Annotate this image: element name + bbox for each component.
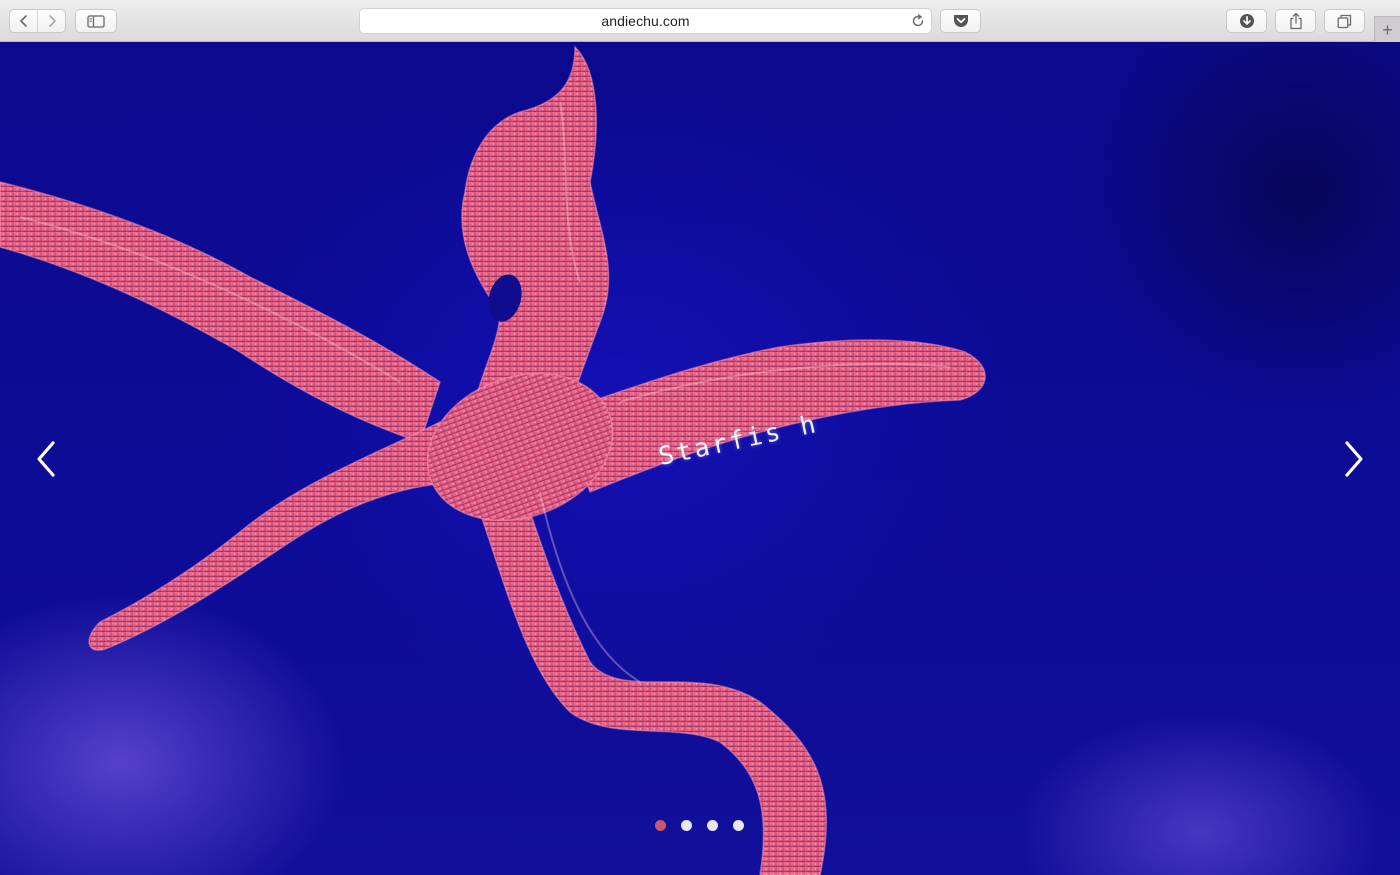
address-bar[interactable]: andiechu.com <box>359 8 932 34</box>
history-navigation <box>9 9 66 33</box>
previous-slide-button[interactable] <box>26 436 66 482</box>
reload-icon <box>912 14 924 27</box>
chevron-left-icon <box>37 441 55 477</box>
back-button[interactable] <box>10 10 37 32</box>
chevron-right-icon <box>1345 441 1363 477</box>
reload-button[interactable] <box>911 14 925 33</box>
slide-indicators <box>655 820 744 831</box>
next-slide-button[interactable] <box>1334 436 1374 482</box>
download-icon <box>1239 14 1254 28</box>
tabs-icon <box>1337 14 1352 28</box>
share-button[interactable] <box>1275 9 1316 33</box>
chevron-left-icon <box>19 15 27 27</box>
slide-dot-4[interactable] <box>733 820 744 831</box>
new-tab-button[interactable]: + <box>1374 16 1400 42</box>
chevron-right-icon <box>48 15 56 27</box>
sidebar-button[interactable] <box>75 9 117 33</box>
pocket-icon <box>953 15 968 27</box>
share-icon <box>1289 12 1302 30</box>
slide-dot-1[interactable] <box>655 820 666 831</box>
plus-icon: + <box>1382 19 1393 40</box>
tabs-overview-button[interactable] <box>1324 9 1365 33</box>
hero-slideshow: Starfis h <box>0 42 1400 875</box>
downloads-button[interactable] <box>1226 9 1267 33</box>
browser-toolbar: andiechu.com + <box>0 0 1400 42</box>
sidebar-icon <box>87 14 105 28</box>
url-text: andiechu.com <box>601 13 690 29</box>
slide-dot-3[interactable] <box>707 820 718 831</box>
pocket-button[interactable] <box>940 9 981 33</box>
slide-dot-2[interactable] <box>681 820 692 831</box>
forward-button[interactable] <box>37 10 65 32</box>
